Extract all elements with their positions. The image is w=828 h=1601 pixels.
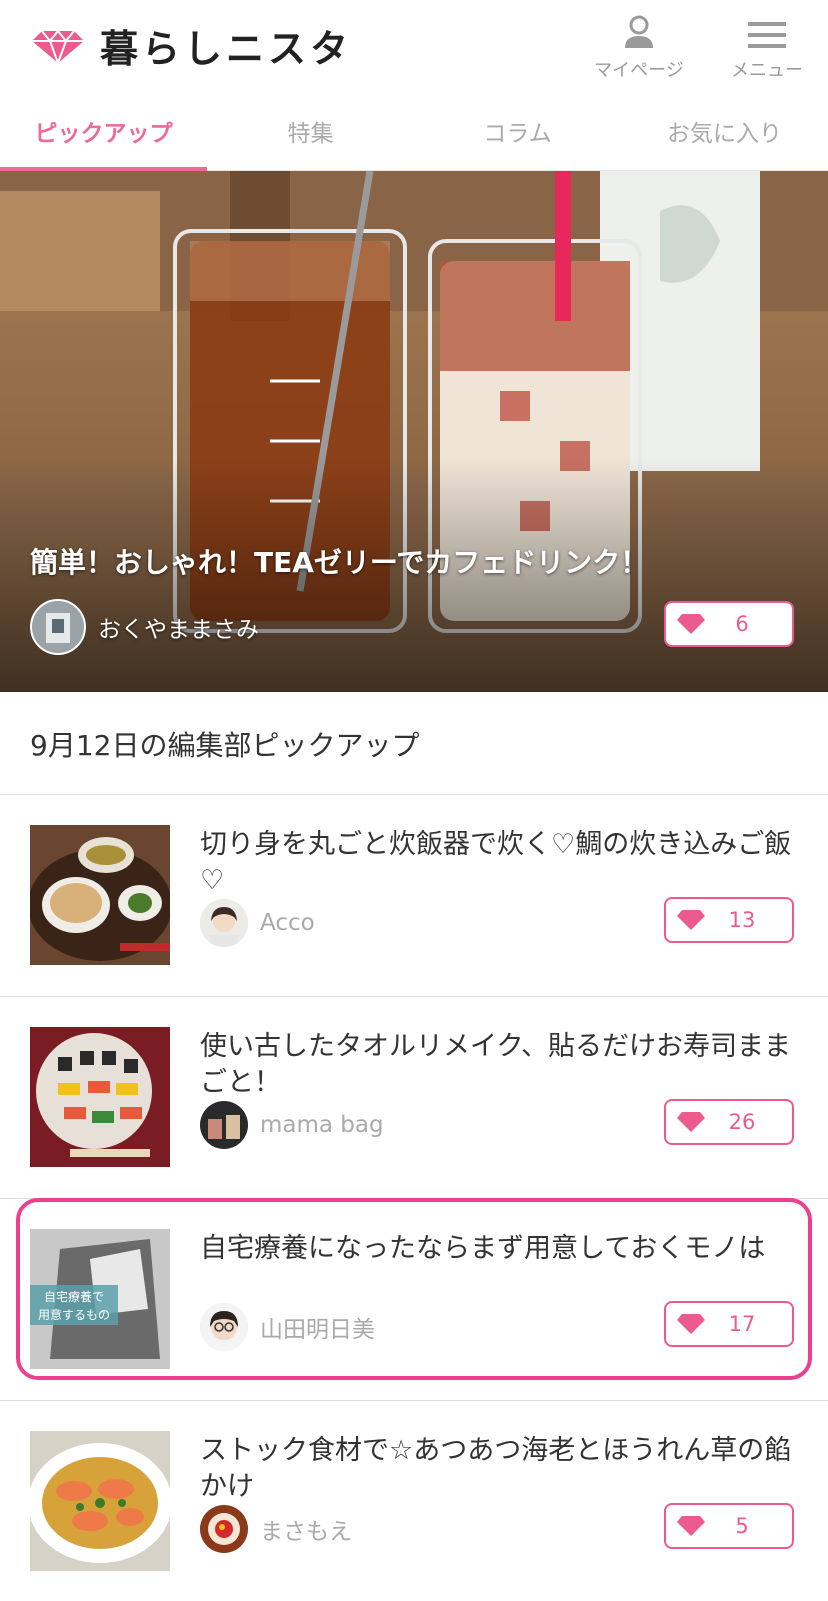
hero-author-name: おくやままさみ [98,617,259,643]
like-count: 26 [728,1110,756,1134]
hero-title: 簡単！おしゃれ！TEAゼリーでカフェドリンク！ [30,546,649,579]
article-author: Acco [200,899,315,947]
hamburger-icon [748,22,786,48]
article-title: ストック食材で☆あつあつ海老とほうれん草の餡かけ [200,1435,792,1502]
selection-highlight [16,1198,812,1380]
avatar [200,1101,248,1149]
site-logo[interactable]: 暮らしニスタ [30,18,352,73]
like-count: 13 [728,908,756,932]
user-icon [625,15,653,48]
like-count: 6 [735,612,749,636]
diamond-icon [32,28,84,65]
tab-columns[interactable]: コラム [414,92,621,170]
diamond-icon [677,910,705,930]
category-tabs: ピックアップ 特集 コラム お気に入り [0,92,828,171]
list-item[interactable]: ストック食材で☆あつあつ海老とほうれん草の餡かけ まさもえ 5 [0,1401,828,1601]
article-author: mama bag [200,1101,384,1149]
like-button[interactable]: 5 [664,1503,794,1549]
article-thumbnail [30,1431,170,1571]
article-author: まさもえ [200,1505,352,1553]
like-button[interactable]: 26 [664,1099,794,1145]
section-title: 9月12日の編集部ピックアップ [30,729,420,762]
tab-features[interactable]: 特集 [207,92,414,170]
like-count: 5 [735,1514,749,1538]
avatar [200,899,248,947]
diamond-icon [677,614,705,634]
hero-author: おくやままさみ [30,599,259,655]
list-item[interactable]: 使い古したタオルリメイク、貼るだけお寿司ままごと！ mama bag 26 [0,997,828,1197]
app-header: 暮らしニスタ マイページ メニュー [0,0,828,92]
like-button[interactable]: 13 [664,897,794,943]
hero-article[interactable]: 簡単！おしゃれ！TEAゼリーでカフェドリンク！ おくやままさみ 6 [0,171,828,692]
author-name: Acco [260,910,315,936]
site-logo-text: 暮らしニスタ [100,27,353,71]
article-thumbnail [30,825,170,965]
menu-button[interactable]: メニュー [712,10,822,82]
avatar [30,599,86,655]
diamond-icon [677,1112,705,1132]
list-item[interactable]: 切り身を丸ごと炊飯器で炊く♡鯛の炊き込みご飯♡ Acco 13 [0,795,828,995]
tab-pickup[interactable]: ピックアップ [0,92,207,171]
tab-favorites[interactable]: お気に入り [621,92,828,170]
article-title: 使い古したタオルリメイク、貼るだけお寿司ままごと！ [200,1031,792,1098]
article-thumbnail [30,1027,170,1167]
author-name: mama bag [260,1112,384,1138]
like-button[interactable]: 6 [664,601,794,647]
mypage-label: マイページ [594,60,684,81]
author-name: まさもえ [260,1519,352,1545]
menu-label: メニュー [731,60,803,81]
mypage-button[interactable]: マイページ [584,10,694,82]
article-title: 切り身を丸ごと炊飯器で炊く♡鯛の炊き込みご飯♡ [200,829,792,896]
avatar [200,1505,248,1553]
diamond-icon [677,1516,705,1536]
